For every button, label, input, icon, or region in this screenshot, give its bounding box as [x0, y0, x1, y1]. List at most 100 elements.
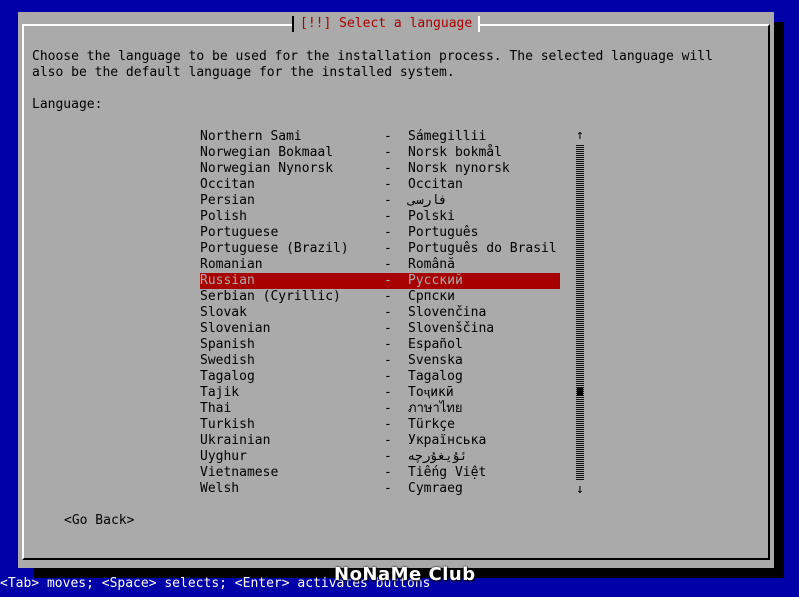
language-english-name: Slovenian — [200, 321, 271, 336]
language-english-name: Serbian (Cyrillic) — [200, 289, 341, 304]
language-english-name: Welsh — [200, 481, 240, 496]
language-english-name: Ukrainian — [200, 433, 271, 448]
language-separator: - — [384, 321, 392, 336]
scrollbar-thumb[interactable] — [577, 388, 583, 396]
language-separator: - — [384, 449, 392, 464]
language-separator: - — [384, 289, 392, 304]
language-separator: - — [384, 177, 392, 192]
language-native-name: Polski — [408, 209, 455, 224]
language-separator: - — [384, 385, 392, 400]
language-english-name: Polish — [200, 209, 247, 224]
language-native-name: Українська — [408, 433, 487, 448]
language-native-name: فارسی — [408, 193, 448, 208]
language-english-name: Norwegian Nynorsk — [200, 161, 334, 176]
language-option[interactable]: Uyghur - ئۇيغۇرچە — [200, 449, 560, 465]
language-native-name: Norsk bokmål — [408, 145, 502, 160]
language-native-name: ภาษาไทย — [408, 401, 463, 416]
scroll-up-arrow-icon[interactable]: ↑ — [576, 128, 584, 144]
language-separator: - — [384, 465, 392, 480]
language-option[interactable]: Welsh - Cymraeg — [200, 481, 560, 497]
watermark-logo: NoNaMe Club — [334, 564, 476, 585]
language-separator: - — [384, 193, 392, 208]
language-option[interactable]: Serbian (Cyrillic) - Српски — [200, 289, 560, 305]
language-english-name: Swedish — [200, 353, 255, 368]
language-separator: - — [384, 369, 392, 384]
language-separator: - — [384, 481, 392, 496]
language-native-name: Español — [408, 337, 463, 352]
language-english-name: Thai — [200, 401, 232, 416]
language-option[interactable]: Portuguese (Brazil) - Português do Brasil — [200, 241, 560, 257]
language-option[interactable]: Slovenian - Slovenščina — [200, 321, 560, 337]
language-separator: - — [384, 337, 392, 352]
language-separator: - — [384, 241, 392, 256]
language-english-name: Russian — [200, 273, 255, 288]
language-option[interactable]: Vietnamese - Tiếng Việt — [200, 465, 560, 481]
language-list[interactable]: Northern Sami - Sámegillii Norwegian Bokmaa… — [200, 129, 560, 497]
language-native-name: Српски — [408, 289, 455, 304]
language-option[interactable]: Occitan - Occitan — [200, 177, 560, 193]
language-option[interactable]: Polish - Polski — [200, 209, 560, 225]
language-native-name: Svenska — [408, 353, 463, 368]
language-separator: - — [384, 225, 392, 240]
language-native-name: Тоҷикӣ — [408, 385, 454, 400]
language-native-name: Tagalog — [408, 369, 463, 384]
language-option[interactable]: Northern Sami - Sámegillii — [200, 129, 560, 145]
language-option[interactable]: Slovak - Slovenčina — [200, 305, 560, 321]
language-option-selected[interactable]: Russian - Русский — [200, 273, 560, 289]
language-separator: - — [384, 417, 392, 432]
dialog-description: Choose the language to be used for the i… — [32, 49, 713, 80]
language-separator: - — [384, 353, 392, 368]
language-native-name: Română — [408, 257, 455, 272]
language-english-name: Romanian — [200, 257, 263, 272]
language-english-name: Persian — [200, 193, 255, 208]
language-option[interactable]: Turkish - Türkçe — [200, 417, 560, 433]
language-option[interactable]: Ukrainian - Українська — [200, 433, 560, 449]
language-native-name: Português — [408, 225, 479, 240]
language-english-name: Portuguese — [200, 225, 279, 240]
language-english-name: Uyghur — [200, 449, 247, 464]
language-native-name: Sámegillii — [408, 129, 487, 144]
language-separator: - — [384, 129, 392, 144]
language-option[interactable]: Tajik - Тоҷикӣ — [200, 385, 560, 401]
language-english-name: Slovak — [200, 305, 247, 320]
language-english-name: Norwegian Bokmaal — [200, 145, 334, 160]
language-option[interactable]: Norwegian Nynorsk - Norsk nynorsk — [200, 161, 560, 177]
language-option[interactable]: Swedish - Svenska — [200, 353, 560, 369]
language-option[interactable]: Persian - فارسی — [200, 193, 560, 209]
language-native-name: Slovenščina — [408, 321, 495, 336]
language-option[interactable]: Tagalog - Tagalog — [200, 369, 560, 385]
language-separator: - — [384, 161, 392, 176]
language-native-name: Русский — [408, 273, 463, 288]
scrollbar-track[interactable] — [576, 144, 584, 480]
select-language-dialog: [!!] Select a language Choose the langua… — [18, 12, 774, 568]
language-english-name: Tajik — [200, 385, 240, 400]
go-back-button[interactable]: <Go Back> — [64, 513, 134, 529]
language-english-name: Turkish — [200, 417, 255, 432]
language-english-name: Spanish — [200, 337, 255, 352]
scroll-down-arrow-icon[interactable]: ↓ — [576, 482, 584, 498]
dialog-title: [!!] Select a language — [292, 16, 481, 32]
language-separator: - — [384, 433, 392, 448]
language-separator: - — [384, 305, 392, 320]
language-option[interactable]: Romanian - Română — [200, 257, 560, 273]
language-english-name: Portuguese (Brazil) — [200, 241, 349, 256]
language-native-name: Slovenčina — [408, 305, 487, 320]
language-separator: - — [384, 401, 392, 416]
language-separator: - — [384, 273, 392, 288]
language-native-name: Norsk nynorsk — [408, 161, 510, 176]
language-option[interactable]: Portuguese - Português — [200, 225, 560, 241]
language-option[interactable]: Thai - ภาษาไทย — [200, 401, 560, 417]
language-english-name: Tagalog — [200, 369, 255, 384]
language-native-name: Occitan — [408, 177, 463, 192]
language-english-name: Vietnamese — [200, 465, 279, 480]
language-native-name: Português do Brasil — [408, 241, 557, 256]
language-option[interactable]: Spanish - Español — [200, 337, 560, 353]
language-separator: - — [384, 257, 392, 272]
language-separator: - — [384, 145, 392, 160]
language-native-name: Türkçe — [408, 417, 455, 432]
language-english-name: Northern Sami — [200, 129, 302, 144]
language-label: Language: — [32, 97, 103, 112]
language-option[interactable]: Norwegian Bokmaal - Norsk bokmål — [200, 145, 560, 161]
language-english-name: Occitan — [200, 177, 255, 192]
language-native-name: ئۇيغۇرچە — [408, 449, 468, 464]
